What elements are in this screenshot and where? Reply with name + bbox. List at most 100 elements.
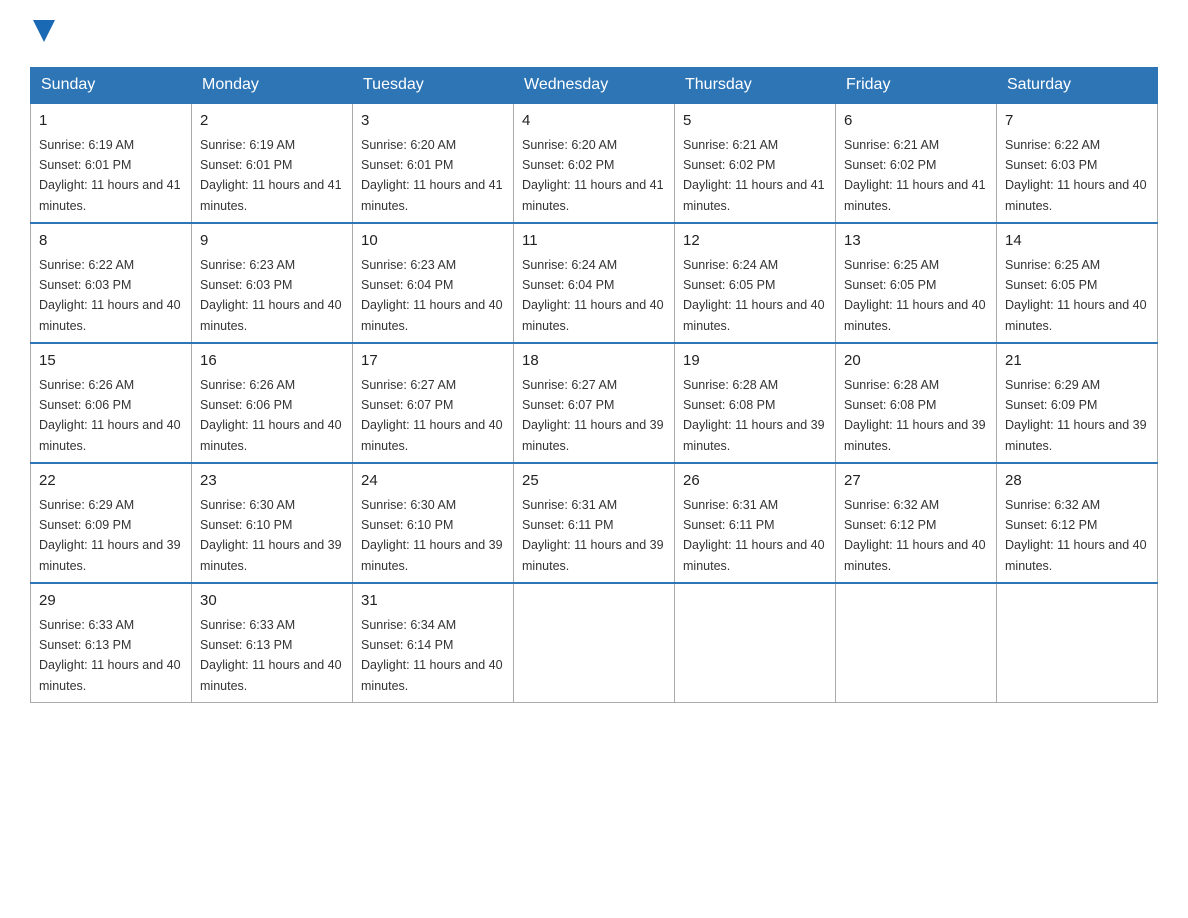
calendar-day-cell: 21 Sunrise: 6:29 AMSunset: 6:09 PMDaylig… — [997, 343, 1158, 463]
day-info: Sunrise: 6:31 AMSunset: 6:11 PMDaylight:… — [683, 498, 825, 573]
day-info: Sunrise: 6:21 AMSunset: 6:02 PMDaylight:… — [844, 138, 986, 213]
calendar-week-row: 1 Sunrise: 6:19 AMSunset: 6:01 PMDayligh… — [31, 103, 1158, 223]
day-info: Sunrise: 6:28 AMSunset: 6:08 PMDaylight:… — [844, 378, 986, 453]
calendar-week-row: 15 Sunrise: 6:26 AMSunset: 6:06 PMDaylig… — [31, 343, 1158, 463]
calendar-day-cell: 19 Sunrise: 6:28 AMSunset: 6:08 PMDaylig… — [675, 343, 836, 463]
calendar-day-header: Friday — [836, 68, 997, 104]
calendar-day-cell: 18 Sunrise: 6:27 AMSunset: 6:07 PMDaylig… — [514, 343, 675, 463]
calendar-day-cell: 9 Sunrise: 6:23 AMSunset: 6:03 PMDayligh… — [192, 223, 353, 343]
calendar-week-row: 8 Sunrise: 6:22 AMSunset: 6:03 PMDayligh… — [31, 223, 1158, 343]
day-info: Sunrise: 6:33 AMSunset: 6:13 PMDaylight:… — [39, 618, 181, 693]
calendar-header-row: SundayMondayTuesdayWednesdayThursdayFrid… — [31, 68, 1158, 104]
day-info: Sunrise: 6:25 AMSunset: 6:05 PMDaylight:… — [844, 258, 986, 333]
day-info: Sunrise: 6:32 AMSunset: 6:12 PMDaylight:… — [1005, 498, 1147, 573]
day-info: Sunrise: 6:25 AMSunset: 6:05 PMDaylight:… — [1005, 258, 1147, 333]
calendar-day-cell: 4 Sunrise: 6:20 AMSunset: 6:02 PMDayligh… — [514, 103, 675, 223]
calendar-day-cell: 25 Sunrise: 6:31 AMSunset: 6:11 PMDaylig… — [514, 463, 675, 583]
day-number: 15 — [39, 350, 183, 373]
calendar-day-cell: 6 Sunrise: 6:21 AMSunset: 6:02 PMDayligh… — [836, 103, 997, 223]
calendar-day-cell: 16 Sunrise: 6:26 AMSunset: 6:06 PMDaylig… — [192, 343, 353, 463]
day-info: Sunrise: 6:33 AMSunset: 6:13 PMDaylight:… — [200, 618, 342, 693]
day-number: 10 — [361, 230, 505, 253]
calendar-day-cell: 14 Sunrise: 6:25 AMSunset: 6:05 PMDaylig… — [997, 223, 1158, 343]
calendar-day-cell: 7 Sunrise: 6:22 AMSunset: 6:03 PMDayligh… — [997, 103, 1158, 223]
day-number: 2 — [200, 110, 344, 133]
day-number: 8 — [39, 230, 183, 253]
day-info: Sunrise: 6:28 AMSunset: 6:08 PMDaylight:… — [683, 378, 825, 453]
day-number: 13 — [844, 230, 988, 253]
calendar-day-cell: 27 Sunrise: 6:32 AMSunset: 6:12 PMDaylig… — [836, 463, 997, 583]
calendar-day-cell: 3 Sunrise: 6:20 AMSunset: 6:01 PMDayligh… — [353, 103, 514, 223]
calendar-day-cell: 13 Sunrise: 6:25 AMSunset: 6:05 PMDaylig… — [836, 223, 997, 343]
day-number: 18 — [522, 350, 666, 373]
day-number: 21 — [1005, 350, 1149, 373]
day-number: 24 — [361, 470, 505, 493]
day-info: Sunrise: 6:26 AMSunset: 6:06 PMDaylight:… — [200, 378, 342, 453]
day-number: 6 — [844, 110, 988, 133]
day-info: Sunrise: 6:21 AMSunset: 6:02 PMDaylight:… — [683, 138, 825, 213]
day-number: 19 — [683, 350, 827, 373]
day-info: Sunrise: 6:20 AMSunset: 6:02 PMDaylight:… — [522, 138, 664, 213]
day-number: 11 — [522, 230, 666, 253]
calendar-table: SundayMondayTuesdayWednesdayThursdayFrid… — [30, 67, 1158, 703]
day-number: 9 — [200, 230, 344, 253]
day-info: Sunrise: 6:22 AMSunset: 6:03 PMDaylight:… — [39, 258, 181, 333]
day-info: Sunrise: 6:29 AMSunset: 6:09 PMDaylight:… — [39, 498, 181, 573]
day-info: Sunrise: 6:20 AMSunset: 6:01 PMDaylight:… — [361, 138, 503, 213]
day-info: Sunrise: 6:29 AMSunset: 6:09 PMDaylight:… — [1005, 378, 1147, 453]
day-info: Sunrise: 6:23 AMSunset: 6:03 PMDaylight:… — [200, 258, 342, 333]
calendar-day-cell: 29 Sunrise: 6:33 AMSunset: 6:13 PMDaylig… — [31, 583, 192, 703]
day-info: Sunrise: 6:27 AMSunset: 6:07 PMDaylight:… — [522, 378, 664, 453]
day-number: 26 — [683, 470, 827, 493]
day-number: 7 — [1005, 110, 1149, 133]
day-number: 16 — [200, 350, 344, 373]
day-info: Sunrise: 6:27 AMSunset: 6:07 PMDaylight:… — [361, 378, 503, 453]
day-number: 5 — [683, 110, 827, 133]
day-number: 29 — [39, 590, 183, 613]
calendar-day-cell: 28 Sunrise: 6:32 AMSunset: 6:12 PMDaylig… — [997, 463, 1158, 583]
calendar-day-cell: 12 Sunrise: 6:24 AMSunset: 6:05 PMDaylig… — [675, 223, 836, 343]
calendar-day-header: Sunday — [31, 68, 192, 104]
day-info: Sunrise: 6:26 AMSunset: 6:06 PMDaylight:… — [39, 378, 181, 453]
day-number: 17 — [361, 350, 505, 373]
calendar-day-cell: 20 Sunrise: 6:28 AMSunset: 6:08 PMDaylig… — [836, 343, 997, 463]
day-number: 25 — [522, 470, 666, 493]
day-info: Sunrise: 6:24 AMSunset: 6:05 PMDaylight:… — [683, 258, 825, 333]
day-info: Sunrise: 6:31 AMSunset: 6:11 PMDaylight:… — [522, 498, 664, 573]
calendar-week-row: 22 Sunrise: 6:29 AMSunset: 6:09 PMDaylig… — [31, 463, 1158, 583]
calendar-day-header: Saturday — [997, 68, 1158, 104]
day-info: Sunrise: 6:30 AMSunset: 6:10 PMDaylight:… — [361, 498, 503, 573]
calendar-week-row: 29 Sunrise: 6:33 AMSunset: 6:13 PMDaylig… — [31, 583, 1158, 703]
day-info: Sunrise: 6:22 AMSunset: 6:03 PMDaylight:… — [1005, 138, 1147, 213]
calendar-day-cell: 15 Sunrise: 6:26 AMSunset: 6:06 PMDaylig… — [31, 343, 192, 463]
calendar-day-cell: 1 Sunrise: 6:19 AMSunset: 6:01 PMDayligh… — [31, 103, 192, 223]
day-number: 31 — [361, 590, 505, 613]
calendar-day-cell: 2 Sunrise: 6:19 AMSunset: 6:01 PMDayligh… — [192, 103, 353, 223]
day-number: 27 — [844, 470, 988, 493]
calendar-day-cell: 11 Sunrise: 6:24 AMSunset: 6:04 PMDaylig… — [514, 223, 675, 343]
calendar-day-cell: 22 Sunrise: 6:29 AMSunset: 6:09 PMDaylig… — [31, 463, 192, 583]
calendar-day-cell: 24 Sunrise: 6:30 AMSunset: 6:10 PMDaylig… — [353, 463, 514, 583]
calendar-empty-cell — [836, 583, 997, 703]
day-info: Sunrise: 6:32 AMSunset: 6:12 PMDaylight:… — [844, 498, 986, 573]
calendar-day-cell: 26 Sunrise: 6:31 AMSunset: 6:11 PMDaylig… — [675, 463, 836, 583]
calendar-day-header: Monday — [192, 68, 353, 104]
day-number: 20 — [844, 350, 988, 373]
day-number: 12 — [683, 230, 827, 253]
day-number: 14 — [1005, 230, 1149, 253]
calendar-day-cell: 5 Sunrise: 6:21 AMSunset: 6:02 PMDayligh… — [675, 103, 836, 223]
day-info: Sunrise: 6:19 AMSunset: 6:01 PMDaylight:… — [39, 138, 181, 213]
day-info: Sunrise: 6:19 AMSunset: 6:01 PMDaylight:… — [200, 138, 342, 213]
day-number: 22 — [39, 470, 183, 493]
calendar-day-header: Wednesday — [514, 68, 675, 104]
calendar-empty-cell — [675, 583, 836, 703]
logo — [30, 20, 55, 47]
page-header — [30, 20, 1158, 47]
day-number: 3 — [361, 110, 505, 133]
logo-arrow-icon — [33, 20, 55, 42]
day-info: Sunrise: 6:30 AMSunset: 6:10 PMDaylight:… — [200, 498, 342, 573]
calendar-day-cell: 23 Sunrise: 6:30 AMSunset: 6:10 PMDaylig… — [192, 463, 353, 583]
calendar-day-cell: 17 Sunrise: 6:27 AMSunset: 6:07 PMDaylig… — [353, 343, 514, 463]
calendar-day-cell: 30 Sunrise: 6:33 AMSunset: 6:13 PMDaylig… — [192, 583, 353, 703]
calendar-day-header: Thursday — [675, 68, 836, 104]
